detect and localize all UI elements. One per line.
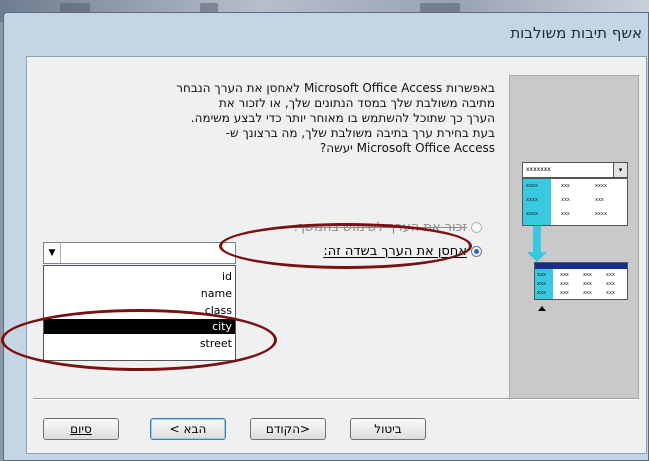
description-line: הערך כך שתוכל להשתמש בו מאוחר יותר כדי ל… [190,111,495,125]
preview-cell: xxxx [526,197,538,203]
preview-cell: xxxx [595,183,607,189]
preview-table-cell: xxx [537,281,546,287]
preview-table-cell: xxx [537,272,546,278]
cancel-button[interactable]: ביטול [350,418,426,440]
chevron-down-icon[interactable]: ▼ [44,243,61,263]
field-option-name[interactable]: name [47,286,232,301]
description-line: בעת בחירת ערך בתיבה משולבת שלך, מה ברצונ… [225,126,495,140]
back-button-label: <הקודם [265,422,311,436]
preview-table-cell: xxx [560,272,569,278]
preview-table-cell: xxx [583,290,592,296]
preview-cell: xxxx [526,211,538,217]
store-value-option[interactable]: אחסן את הערך בשדה זה: [323,244,482,259]
preview-cell: xxxx [595,211,607,217]
description-line: מתיבה משולבת שלך במסד הנתונים שלך, או לז… [218,96,495,110]
preview-combo-arrow-icon: ▾ [613,163,627,177]
remember-value-label: זכור את הערך לשימוש בהמשך. [293,220,467,235]
finish-button[interactable]: סיום [43,418,119,440]
remember-value-radio[interactable] [471,222,482,233]
field-option-city[interactable]: city [44,319,235,334]
preview-dropdown-grid: xxxx xxx xxxx xxxx xxx xxx xxxx xxx xxxx [522,178,628,226]
preview-table-cell: xxx [537,290,546,296]
preview-table-cell: xxx [606,290,615,296]
preview-combo-text: xxxxxxx [526,166,551,173]
preview-table-cell: xxx [560,290,569,296]
preview-cell: xxxx [526,183,538,189]
cancel-button-label: ביטול [374,422,402,436]
field-select-combo[interactable]: ▼ [43,242,236,264]
preview-record-marker-icon [538,306,546,311]
description-line: באפשרות Microsoft Office Access לאחסן את… [176,81,495,95]
preview-table: xxx xxx xxx xxx xxx xxx xxx xxx xxx xxx … [534,262,628,300]
preview-table-cell: xxx [583,272,592,278]
preview-table-cell: xxx [606,272,615,278]
description-text: באפשרות Microsoft Office Access לאחסן את… [67,81,495,156]
next-button-label: הבא > [169,422,207,436]
remember-value-option[interactable]: זכור את הערך לשימוש בהמשך. [294,220,482,235]
preview-cell: xxx [595,197,604,203]
finish-button-label: סיום [70,422,92,436]
wizard-client-area: באפשרות Microsoft Office Access לאחסן את… [26,56,647,454]
description-line: Microsoft Office Access יעשה? [319,141,495,155]
back-button[interactable]: <הקודם [250,418,326,440]
next-button[interactable]: הבא > [150,418,226,440]
preview-cell: xxx [561,183,570,189]
combo-box-wizard-window: אשף תיבות משולבות באפשרות Microsoft Offi… [3,12,649,461]
field-option-street[interactable]: street [47,336,232,351]
preview-cell: xxx [561,211,570,217]
preview-table-cell: xxx [583,281,592,287]
store-value-radio[interactable] [471,246,482,257]
preview-flow-arrow-icon [527,226,547,262]
button-separator [33,398,639,400]
field-option-id[interactable]: id [47,269,232,284]
field-option-class[interactable]: class [47,303,232,318]
preview-table-cell: xxx [560,281,569,287]
store-value-label: אחסן את הערך בשדה זה: [323,244,467,259]
preview-table-cell: xxx [606,281,615,287]
preview-cell: xxx [561,197,570,203]
preview-illustration: xxxxxxx ▾ xxxx xxx xxxx xxxx xxx xxx xxx… [509,75,639,400]
window-title: אשף תיבות משולבות [510,24,642,42]
field-dropdown-list: id name class city street [43,265,236,361]
preview-combo: xxxxxxx ▾ [522,162,628,178]
